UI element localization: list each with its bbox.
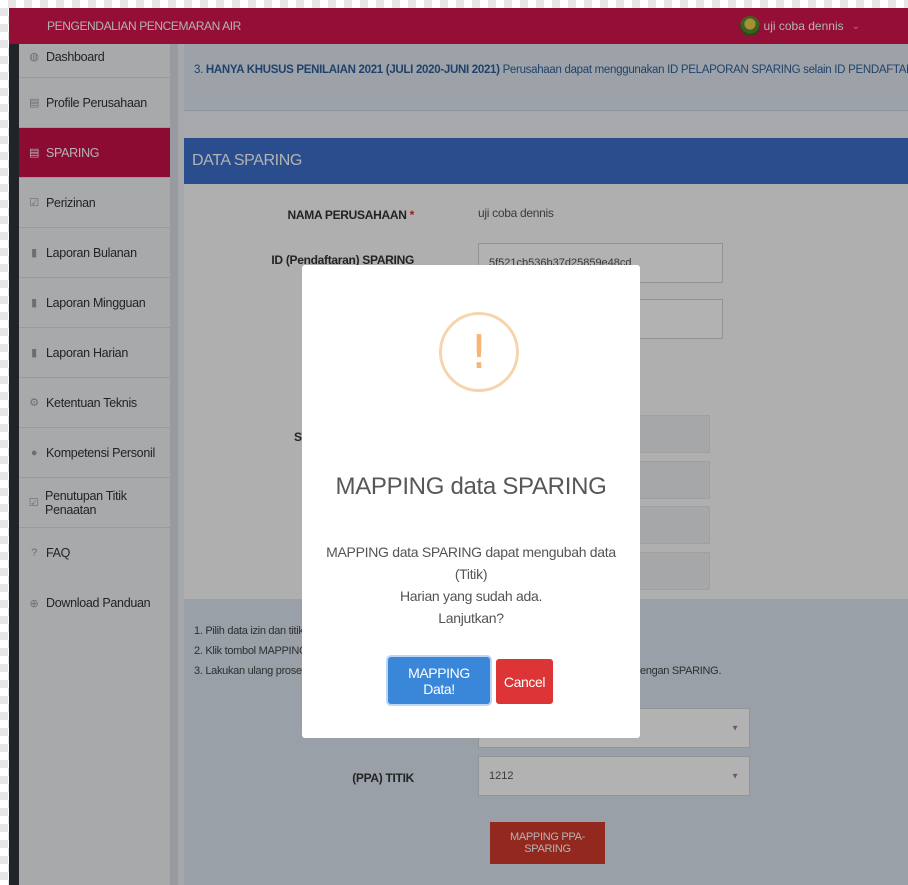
confirm-mapping-button[interactable]: MAPPING Data! xyxy=(388,657,490,704)
dialog-message: MAPPING data SPARING dapat mengubah data… xyxy=(316,541,626,629)
dialog-message-line-2: Harian yang sudah ada. xyxy=(399,588,543,604)
warning-icon: ! xyxy=(439,312,519,392)
dialog-message-line-1: MAPPING data SPARING dapat mengubah data… xyxy=(326,544,616,582)
dialog-title: MAPPING data SPARING xyxy=(335,473,607,500)
confirm-dialog: ! MAPPING data SPARING MAPPING data SPAR… xyxy=(302,265,640,738)
cancel-button[interactable]: Cancel xyxy=(496,659,553,704)
dialog-message-line-3: Lanjutkan? xyxy=(438,610,504,626)
